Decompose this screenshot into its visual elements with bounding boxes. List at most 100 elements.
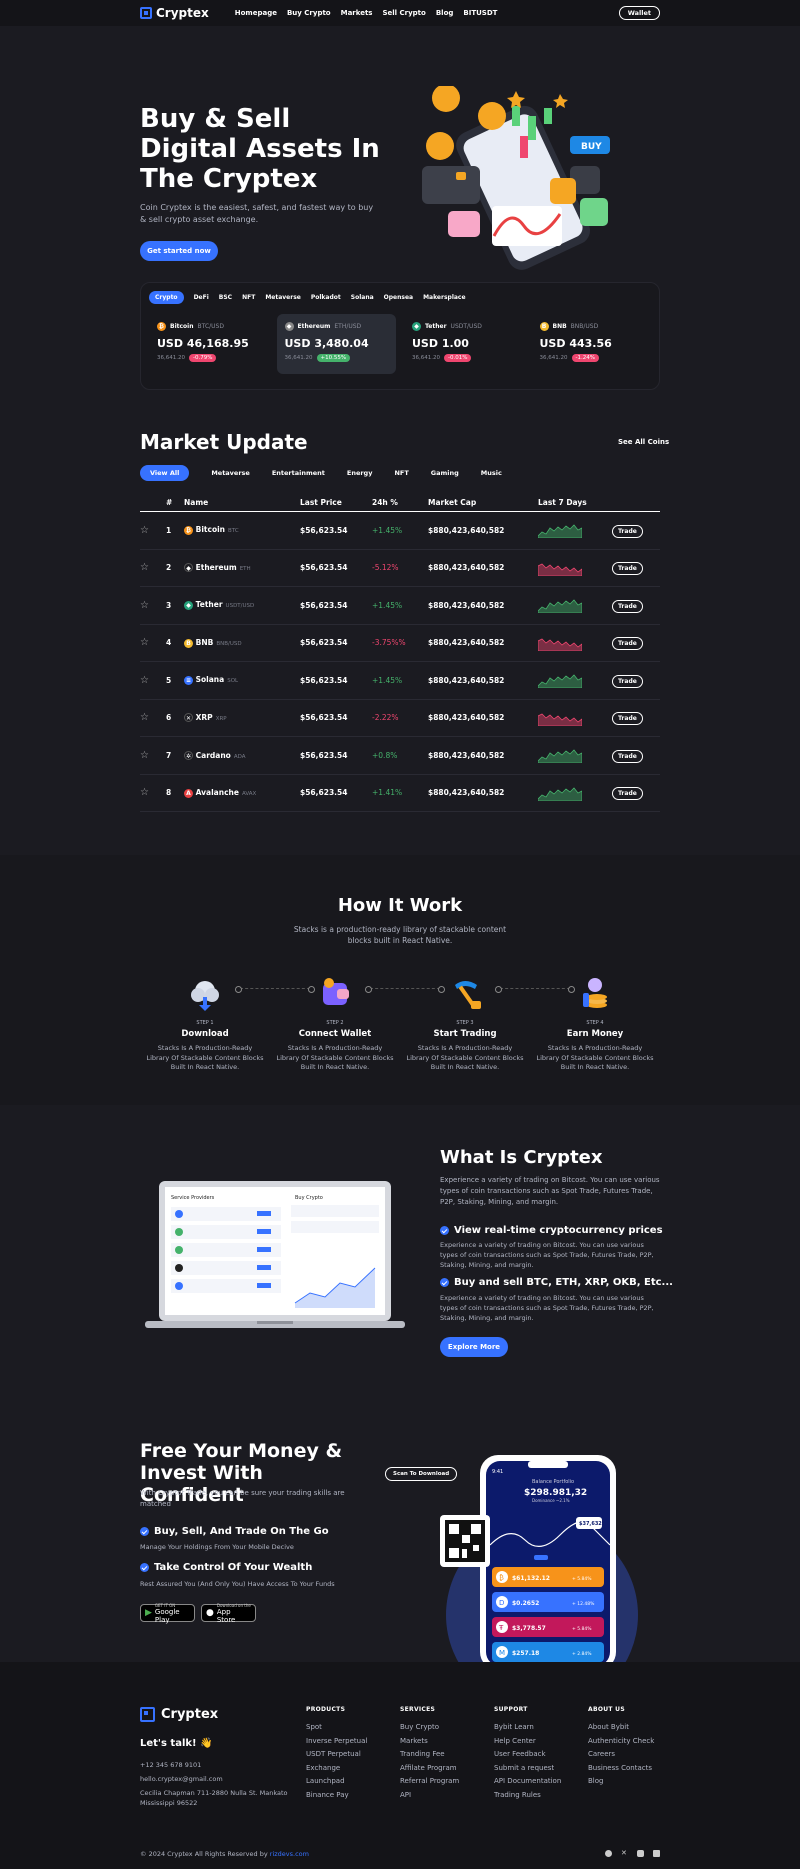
star-icon[interactable]: ☆ [140,750,149,761]
instagram-icon[interactable] [637,1850,644,1857]
trade-button[interactable]: Trade [612,599,643,613]
table-row[interactable]: ☆ 6 ✕ XRP XRP $56,623.54 -2.22% $880,423,… [140,699,660,737]
footer-link[interactable]: Submit a request [494,1762,584,1776]
coin-symbol: XRP [215,716,227,723]
explore-more-button[interactable]: Explore More [440,1337,508,1357]
tab-solana[interactable]: Solana [351,294,374,301]
footer-link[interactable]: Buy Crypto [400,1721,490,1735]
sparkline-chart [538,599,582,614]
facebook-icon[interactable] [605,1850,612,1857]
ticker-card[interactable]: ◆ Tether USDT/USD USD 1.00 36,641.20 -0.01% [404,314,524,374]
footer-link[interactable]: User Feedback [494,1748,584,1762]
table-row[interactable]: ☆ 8 A Avalanche AVAX $56,623.54 +1.41% $8… [140,774,660,812]
table-row[interactable]: ☆ 1 ₿ Bitcoin BTC $56,623.54 +1.45% $880,… [140,511,660,550]
google-play-button[interactable]: ▶ GET IT ON Google Play [140,1603,195,1624]
star-icon[interactable]: ☆ [140,675,149,686]
tab-crypto[interactable]: Crypto [149,291,184,304]
change-badge: -0.79% [189,354,217,362]
nav-homepage[interactable]: Homepage [235,9,277,17]
footer-link[interactable]: Launchpad [306,1775,396,1789]
how-title: How It Work [337,895,463,916]
svg-text:$0.2652: $0.2652 [512,1600,539,1607]
footer-link[interactable]: Bybit Learn [494,1721,584,1735]
twitter-icon[interactable]: ✕ [621,1850,628,1857]
star-icon[interactable]: ☆ [140,787,149,798]
footer-link[interactable]: Business Contacts [588,1762,678,1776]
app-store-button[interactable]: ● Download on the App Store [201,1603,256,1624]
footer-link[interactable]: Referral Program [400,1775,490,1789]
footer-phone[interactable]: +12 345 678 9101 [140,1760,290,1770]
footer-link[interactable]: Trading Rules [494,1789,584,1803]
tab-nft[interactable]: NFT [242,294,255,301]
footer-link[interactable]: Tranding Fee [400,1748,490,1762]
mtab-entertainment[interactable]: Entertainment [272,469,325,477]
mtab-metaverse[interactable]: Metaverse [211,469,250,477]
footer-link[interactable]: API [400,1789,490,1803]
mtab-nft[interactable]: NFT [394,469,408,477]
trade-button[interactable]: Trade [612,787,643,801]
footer-link[interactable]: Careers [588,1748,678,1762]
star-icon[interactable]: ☆ [140,637,149,648]
phone-coin-row: ₿ $61,132.12 + 5.84% [492,1567,604,1587]
tab-metaverse[interactable]: Metaverse [265,294,301,301]
mtab-gaming[interactable]: Gaming [431,469,459,477]
mtab-music[interactable]: Music [481,469,502,477]
footer-link[interactable]: Authenticity Check [588,1735,678,1749]
coin-symbol: USDT/USD [225,603,255,610]
nav-markets[interactable]: Markets [341,9,373,17]
trade-button[interactable]: Trade [612,524,643,538]
footer-link[interactable]: Binance Pay [306,1789,396,1803]
see-all-coins-link[interactable]: See All Coins [618,438,669,446]
footer-link[interactable]: Inverse Perpetual [306,1735,396,1749]
star-icon[interactable]: ☆ [140,562,149,573]
table-row[interactable]: ☆ 2 ◆ Ethereum ETH $56,623.54 -5.12% $880… [140,549,660,587]
footer-link[interactable]: USDT Perpetual [306,1748,396,1762]
ticker-card[interactable]: B BNB BNB/USD USD 443.56 36,641.20 -1.24% [532,314,652,374]
table-row[interactable]: ☆ 4 B BNB BNB/USD $56,623.54 -3.75%% $880… [140,624,660,662]
footer-email[interactable]: hello.cryptex@gmail.com [140,1774,290,1784]
table-row[interactable]: ☆ 7 ✲ Cardano ADA $56,623.54 +0.8% $880,4… [140,736,660,775]
mtab-energy[interactable]: Energy [347,469,373,477]
star-icon[interactable]: ☆ [140,525,149,536]
footer-link[interactable]: Markets [400,1735,490,1749]
ticker-card[interactable]: ◆ Ethereum ETH/USD USD 3,480.04 36,641.20 +… [276,314,396,374]
tab-opensea[interactable]: Opensea [384,294,413,301]
footer-link[interactable]: Exchange [306,1762,396,1776]
nav-sell-crypto[interactable]: Sell Crypto [382,9,425,17]
table-row[interactable]: ☆ 3 ◆ Tether USDT/USD $56,623.54 +1.45% $… [140,586,660,625]
footer-logo[interactable]: Cryptex [140,1707,218,1722]
credit-link[interactable]: rizdevs.com [270,1850,309,1858]
trade-button[interactable]: Trade [612,712,643,726]
market-cap: $880,423,640,582 [428,511,538,550]
linkedin-icon[interactable] [653,1850,660,1857]
wallet-button[interactable]: Wallet [618,6,660,20]
table-row[interactable]: ☆ 5 ≡ Solana SOL $56,623.54 +1.45% $880,4… [140,661,660,700]
footer-link[interactable]: API Documentation [494,1775,584,1789]
tab-bsc[interactable]: BSC [219,294,232,301]
nav-buy-crypto[interactable]: Buy Crypto [287,9,331,17]
footer-link[interactable]: Help Center [494,1735,584,1749]
trade-button[interactable]: Trade [612,749,643,763]
trade-button[interactable]: Trade [612,674,643,688]
footer-link[interactable]: About Bybit [588,1721,678,1735]
tab-polkadot[interactable]: Polkadot [311,294,341,301]
step-description: Stacks Is A Production-Ready Library Of … [536,1044,654,1071]
coin-icon: ◆ [284,322,294,331]
ticker-card[interactable]: ₿ Bitcoin BTC/USD USD 46,168.95 36,641.20-… [149,314,269,374]
tab-makersplace[interactable]: Makersplace [423,294,465,301]
mtab-view-all[interactable]: View All [140,465,190,481]
footer-link[interactable]: Spot [306,1721,396,1735]
nav-blog[interactable]: Blog [436,9,454,17]
footer-link[interactable]: Blog [588,1775,678,1789]
get-started-button[interactable]: Get started now [140,241,218,261]
tab-defi[interactable]: DeFi [194,294,209,301]
footer-link[interactable]: Affilate Program [400,1762,490,1776]
footer: Cryptex Let's talk! 👋 +12 345 678 9101 h… [0,1662,800,1869]
star-icon[interactable]: ☆ [140,712,149,723]
trade-button[interactable]: Trade [612,562,643,576]
trade-button[interactable]: Trade [612,637,643,651]
nav-bitusdt[interactable]: BITUSDT [463,9,497,17]
logo[interactable]: Cryptex [140,6,209,20]
star-icon[interactable]: ☆ [140,600,149,611]
market-table: # Name Last Price 24h % Market Cap Last … [140,494,660,812]
